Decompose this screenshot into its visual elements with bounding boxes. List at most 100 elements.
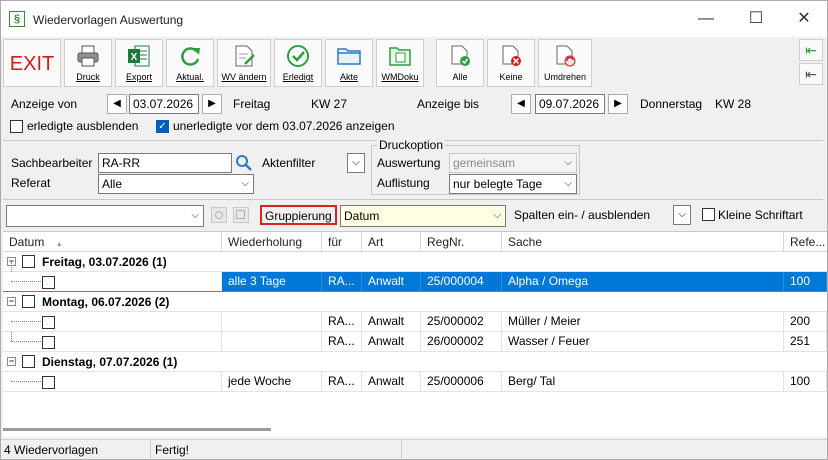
exit-label: EXIT: [9, 53, 55, 75]
cell-art: Anwalt: [362, 372, 421, 392]
small-font-checkbox[interactable]: [702, 208, 715, 221]
druckoption-label: Druckoption: [377, 138, 446, 152]
table-row[interactable]: RA... Anwalt 25/000002 Müller / Meier 20…: [3, 312, 827, 332]
column-header-datum[interactable]: Datum ▲: [3, 232, 222, 252]
sachbearbeiter-input[interactable]: RA-RR: [98, 153, 232, 173]
collapse-icon[interactable]: −: [7, 297, 16, 306]
filter-icon: [215, 211, 223, 219]
group-checkbox[interactable]: [22, 355, 35, 368]
maximize-button[interactable]: ☐: [741, 7, 771, 31]
exit-button[interactable]: EXIT: [3, 39, 61, 87]
table-row[interactable]: RA... Anwalt 26/000002 Wasser / Feuer 25…: [3, 332, 827, 352]
sort-asc-icon: ▲: [55, 241, 63, 248]
auflistung-select[interactable]: nur belegte Tage ⌵: [449, 174, 577, 194]
auswertung-label: Auswertung: [377, 156, 441, 170]
column-header-referat[interactable]: Refe...: [784, 232, 827, 252]
print-button[interactable]: Druck: [64, 39, 112, 87]
referat-value: Alle: [102, 177, 123, 191]
cell-regnr: 26/000002: [421, 332, 502, 352]
app-icon: §: [9, 11, 25, 27]
from-date-field[interactable]: 03.07.2026: [129, 94, 199, 114]
table-row[interactable]: alle 3 Tage RA... Anwalt 25/000004 Alpha…: [3, 272, 827, 292]
done-button[interactable]: Erledigt: [274, 39, 322, 87]
chevron-down-icon: ⌵: [241, 178, 249, 189]
cell-referat: 251: [784, 332, 827, 352]
gruppierung-select[interactable]: Datum ⌵: [340, 205, 506, 227]
filter-clear-button[interactable]: [233, 207, 249, 223]
cell-regnr: 25/000006: [421, 372, 502, 392]
column-header-sache[interactable]: Sache: [502, 232, 784, 252]
invert-label: Umdrehen: [543, 72, 587, 82]
invert-button[interactable]: Umdrehen: [538, 39, 592, 87]
from-label: Anzeige von: [11, 97, 78, 111]
group-row[interactable]: − Montag, 06.07.2026 (2): [3, 292, 827, 312]
cell-sache: Alpha / Omega: [502, 272, 784, 292]
divider: [3, 199, 823, 200]
column-header-art[interactable]: Art: [362, 232, 421, 252]
group-row[interactable]: − Dienstag, 07.07.2026 (1): [3, 352, 827, 372]
row-checkbox[interactable]: [42, 276, 55, 289]
search-combo[interactable]: ⌵: [6, 205, 204, 227]
excel-icon: X: [128, 45, 150, 67]
document-edit-icon: [235, 45, 255, 67]
edit-reminder-label: WV ändern: [221, 72, 267, 82]
aktenfilter-dropdown-button[interactable]: ⌵: [347, 153, 365, 173]
referat-select[interactable]: Alle ⌵: [98, 174, 254, 194]
clear-filter-icon: [236, 210, 245, 219]
row-checkbox[interactable]: [42, 316, 55, 329]
svg-text:X: X: [131, 52, 138, 63]
column-header-regnr[interactable]: RegNr.: [421, 232, 502, 252]
to-next-button[interactable]: ▶: [608, 94, 628, 114]
refresh-button[interactable]: Aktual.: [166, 39, 214, 87]
select-none-button[interactable]: Keine: [487, 39, 535, 87]
column-header-wiederholung[interactable]: Wiederholung: [222, 232, 322, 252]
group-checkbox[interactable]: [22, 295, 35, 308]
group-title: Freitag, 03.07.2026 (1): [42, 255, 167, 269]
columns-toggle-button[interactable]: ⌵: [673, 205, 691, 225]
group-row[interactable]: − Freitag, 03.07.2026 (1): [3, 252, 827, 272]
cell-wiederholung: [222, 332, 322, 352]
cell-wiederholung: jede Woche: [222, 372, 322, 392]
cell-art: Anwalt: [362, 332, 421, 352]
column-header-fuer[interactable]: für: [322, 232, 362, 252]
document-folder-icon: [389, 47, 411, 66]
from-prev-button[interactable]: ◀: [107, 94, 127, 114]
refresh-icon: [181, 47, 200, 66]
auswertung-select[interactable]: gemeinsam ⌵: [449, 153, 577, 173]
hide-done-checkbox[interactable]: [10, 120, 23, 133]
collapse-left-button[interactable]: ⇤: [799, 39, 823, 61]
close-button[interactable]: ✕: [789, 7, 819, 31]
horizontal-scrollbar[interactable]: [3, 428, 271, 431]
sachbearbeiter-search-button[interactable]: [234, 153, 254, 173]
row-checkbox[interactable]: [42, 376, 55, 389]
collapse-icon[interactable]: −: [7, 357, 16, 366]
to-date-field[interactable]: 09.07.2026: [535, 94, 605, 114]
edit-reminder-button[interactable]: WV ändern: [217, 39, 271, 87]
group-checkbox[interactable]: [22, 255, 35, 268]
row-checkbox[interactable]: [42, 336, 55, 349]
aktenfilter-label: Aktenfilter: [262, 156, 316, 170]
show-open-checkbox[interactable]: ✓: [156, 120, 169, 133]
wmdoku-button[interactable]: WMDoku: [376, 39, 424, 87]
columns-toggle-label: Spalten ein- / ausblenden: [514, 208, 651, 222]
filter-apply-button[interactable]: [211, 207, 227, 223]
table-row[interactable]: jede Woche RA... Anwalt 25/000006 Berg/ …: [3, 372, 827, 392]
expand-left-button[interactable]: ⇤: [799, 63, 823, 85]
cell-referat: 100: [784, 272, 827, 292]
to-prev-button[interactable]: ◀: [511, 94, 531, 114]
export-button[interactable]: X Export: [115, 39, 163, 87]
collapse-left-icon: ⇤: [805, 42, 817, 58]
cell-wiederholung: [222, 312, 322, 332]
auflistung-value: nur belegte Tage: [453, 177, 543, 191]
cell-referat: 200: [784, 312, 827, 332]
minimize-button[interactable]: —: [691, 7, 721, 31]
auswertung-value: gemeinsam: [453, 156, 516, 170]
chevron-down-icon: ⌵: [493, 210, 501, 221]
from-next-button[interactable]: ▶: [202, 94, 222, 114]
chevron-down-icon: ⌵: [564, 178, 572, 189]
gruppierung-value: Datum: [344, 209, 380, 223]
select-all-button[interactable]: Alle: [436, 39, 484, 87]
file-button[interactable]: Akte: [325, 39, 373, 87]
cell-sache: Wasser / Feuer: [502, 332, 784, 352]
sachbearbeiter-label: Sachbearbeiter: [11, 156, 93, 170]
